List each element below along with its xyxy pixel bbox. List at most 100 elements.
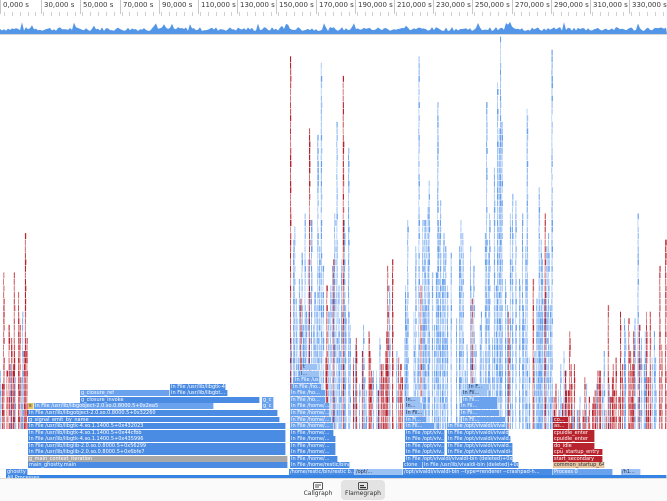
flame-cell[interactable] (596, 390, 597, 396)
flame-cell[interactable] (500, 155, 501, 161)
flame-cell[interactable] (334, 325, 335, 331)
flame-cell[interactable] (552, 377, 553, 383)
flame-cell[interactable] (519, 351, 520, 357)
flame-cell[interactable] (461, 344, 462, 350)
flame-cell[interactable] (344, 325, 345, 331)
flame-frame-libglib-2[interactable]: In File /usr/lib/libglib-2.0.so.0.8000.5… (28, 443, 286, 449)
flame-cell-red[interactable] (309, 148, 310, 154)
flame-cell-red[interactable] (24, 397, 25, 403)
flame-cell-red[interactable] (309, 213, 310, 219)
flame-cell-red[interactable] (592, 410, 593, 416)
flame-cell-red[interactable] (290, 325, 291, 331)
flame-cell[interactable] (500, 102, 501, 108)
flame-cell-red[interactable] (343, 102, 344, 108)
flame-cell[interactable] (341, 312, 342, 318)
flame-cell[interactable] (389, 338, 390, 344)
flame-cell[interactable] (539, 390, 540, 396)
flame-cell-red[interactable] (545, 279, 546, 285)
flame-cell[interactable] (299, 286, 300, 292)
flame-cell[interactable] (437, 122, 438, 128)
flame-cell[interactable] (419, 338, 420, 344)
flame-cell[interactable] (473, 286, 474, 292)
flame-cell[interactable] (308, 344, 309, 350)
flame-cell[interactable] (345, 403, 346, 409)
flame-cell[interactable] (337, 194, 338, 200)
flame-cell-red[interactable] (595, 417, 596, 423)
flame-cell[interactable] (426, 272, 427, 278)
flame-cell[interactable] (542, 318, 543, 324)
flame-cell-red[interactable] (356, 377, 357, 383)
flame-cell[interactable] (440, 331, 441, 337)
flame-cell[interactable] (494, 213, 495, 219)
flame-cell[interactable] (330, 305, 331, 311)
flame-cell-red[interactable] (25, 272, 26, 278)
flame-cell-red[interactable] (650, 331, 651, 337)
flame-cell[interactable] (523, 358, 524, 364)
flame-cell[interactable] (515, 213, 516, 219)
flame-cell[interactable] (492, 351, 493, 357)
flame-cell[interactable] (486, 312, 487, 318)
flame-cell[interactable] (334, 312, 335, 318)
flame-cell[interactable] (463, 331, 464, 337)
flame-cell[interactable] (624, 384, 625, 390)
flame-cell[interactable] (654, 397, 655, 403)
flame-cell[interactable] (534, 417, 535, 423)
flame-cell[interactable] (406, 318, 407, 324)
flame-cell[interactable] (338, 292, 339, 298)
flame-cell[interactable] (500, 141, 501, 147)
flame-cell[interactable] (363, 377, 364, 383)
flame-cell[interactable] (463, 351, 464, 357)
flame-cell-red[interactable] (3, 351, 4, 357)
flame-cell[interactable] (451, 397, 452, 403)
flame-cell-red[interactable] (584, 377, 585, 383)
flame-cell[interactable] (334, 272, 335, 278)
flame-cell[interactable] (332, 377, 333, 383)
flame-cell[interactable] (406, 331, 407, 337)
flame-cell[interactable] (527, 227, 528, 233)
flame-cell[interactable] (404, 390, 405, 396)
flame-cell[interactable] (499, 325, 500, 331)
flame-cell-red[interactable] (343, 364, 344, 370)
flame-cell[interactable] (499, 128, 500, 134)
flame-cell[interactable] (330, 410, 332, 416)
flame-cell[interactable] (522, 240, 523, 246)
flame-cell[interactable] (475, 377, 476, 383)
flame-cell[interactable] (419, 207, 420, 213)
flame-cell[interactable] (348, 207, 349, 213)
flame-cell[interactable] (463, 259, 464, 265)
flame-cell[interactable] (296, 344, 297, 350)
flame-cell-red[interactable] (593, 417, 594, 423)
flame-cell[interactable] (494, 187, 495, 193)
flame-cell[interactable] (523, 410, 524, 416)
flame-cell-red[interactable] (599, 397, 600, 403)
flame-cell[interactable] (488, 325, 489, 331)
flame-cell-red[interactable] (421, 331, 422, 337)
flame-cell-red[interactable] (309, 305, 310, 311)
flame-cell[interactable] (348, 253, 349, 259)
flame-cell[interactable] (635, 417, 636, 423)
flame-cell[interactable] (317, 141, 318, 147)
flame-cell-red[interactable] (290, 338, 291, 344)
flame-cell[interactable] (541, 312, 542, 318)
flame-cell[interactable] (429, 207, 430, 213)
flame-cell[interactable] (512, 344, 513, 350)
flame-cell-red[interactable] (392, 410, 393, 416)
flame-cell-red[interactable] (545, 423, 546, 429)
flame-cell-red[interactable] (20, 410, 21, 416)
flame-cell[interactable] (512, 417, 513, 423)
flame-cell[interactable] (494, 194, 495, 200)
flame-cell[interactable] (443, 397, 444, 403)
flame-cell-red[interactable] (343, 181, 344, 187)
flame-cell-red[interactable] (592, 423, 593, 429)
flame-cell[interactable] (344, 286, 345, 292)
flame-cell[interactable] (314, 344, 315, 350)
flame-cell[interactable] (480, 358, 481, 364)
flame-cell[interactable] (440, 213, 441, 219)
flame-cell[interactable] (429, 390, 430, 396)
flame-cell[interactable] (525, 351, 526, 357)
flame-cell[interactable] (502, 286, 503, 292)
flame-cell-red[interactable] (595, 390, 596, 396)
flame-cell[interactable] (419, 135, 420, 141)
flame-cell[interactable] (341, 305, 342, 311)
flame-cell[interactable] (541, 344, 542, 350)
